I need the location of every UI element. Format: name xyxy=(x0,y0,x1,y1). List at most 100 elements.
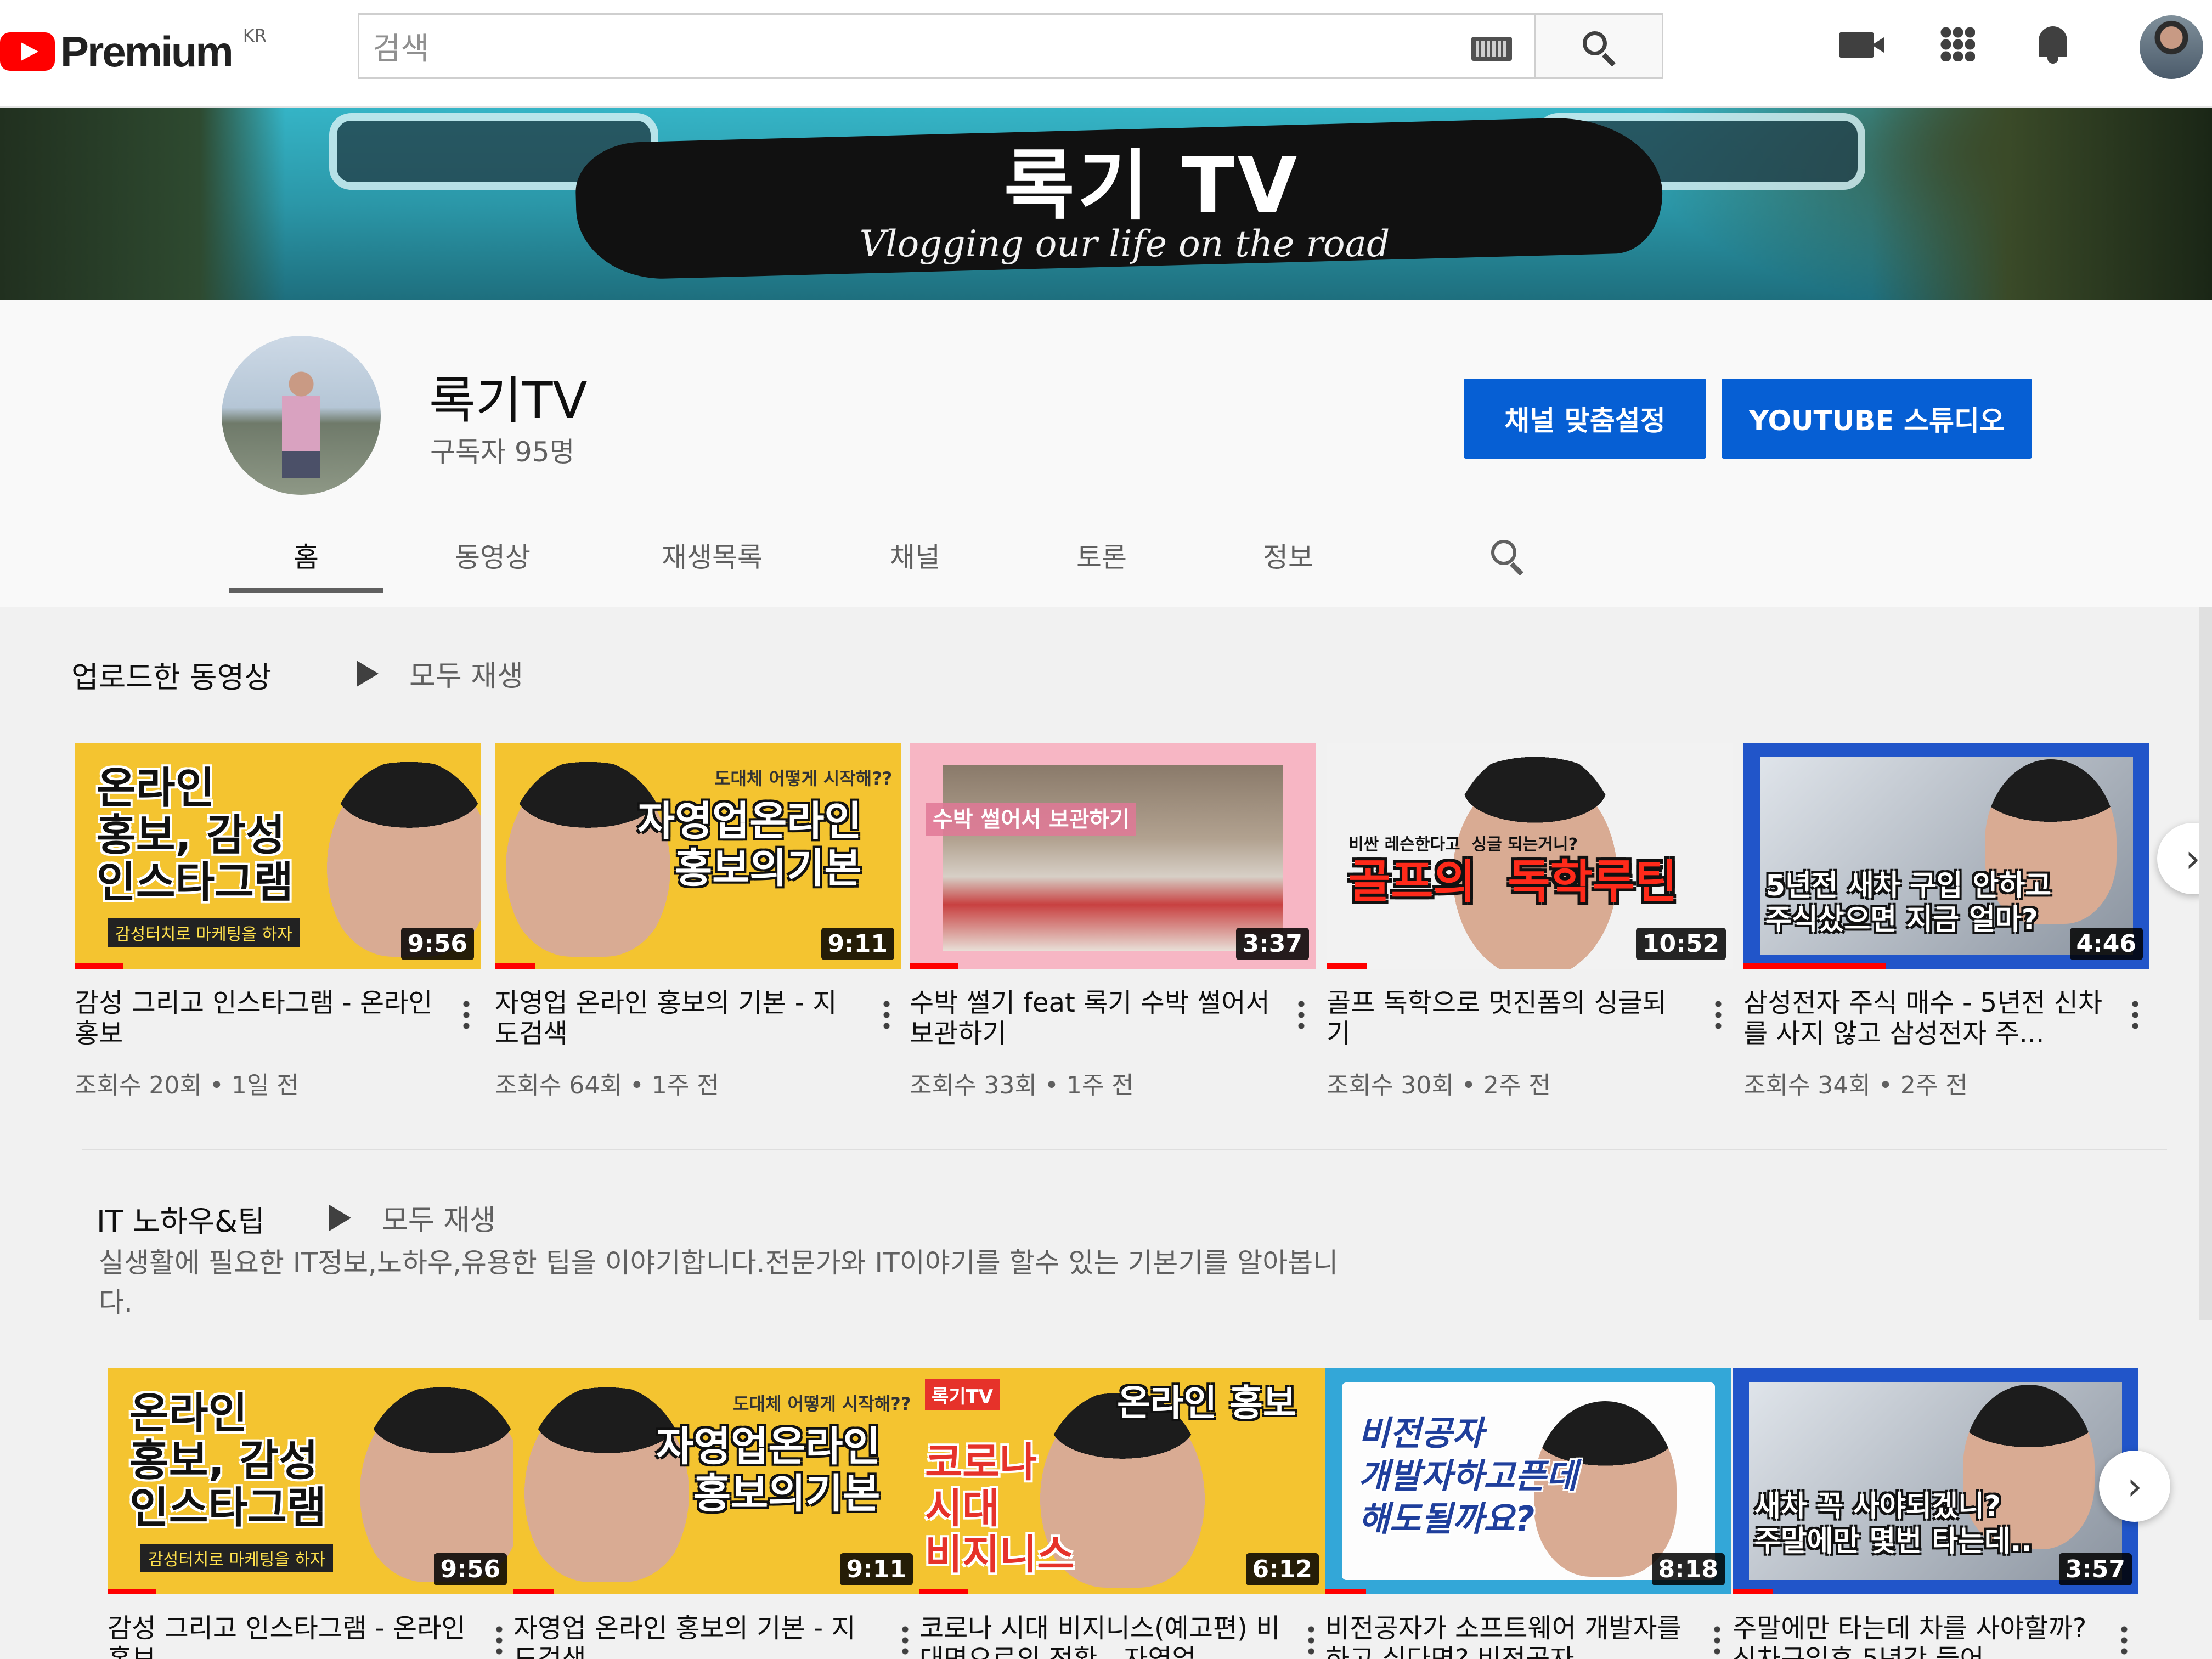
more-options-icon[interactable] xyxy=(2132,998,2138,1029)
video-card[interactable]: 새차 꼭 사야되겠니? 주말에만 몇번 타는데.. 3:57 주말에만 타는데 … xyxy=(1733,1368,2138,1659)
more-options-icon[interactable] xyxy=(1715,998,1722,1029)
avatar-person xyxy=(282,369,320,478)
video-duration: 3:37 xyxy=(1235,928,1309,960)
tab-channels[interactable]: 채널 xyxy=(822,535,1008,607)
play-all-it-tips[interactable]: 모두 재생 xyxy=(329,1197,496,1238)
more-options-icon[interactable] xyxy=(1308,1624,1314,1655)
apps-grid-icon[interactable] xyxy=(1940,26,1975,61)
subscriber-count: 구독자 95명 xyxy=(430,436,575,468)
thumbnail-text: 온라인 홍보, 감성 인스타그램 xyxy=(97,764,294,907)
video-title[interactable]: 골프 독학으로 멋진폼의 싱글되기 xyxy=(1327,988,1689,1049)
banner-title: 록기 TV xyxy=(1003,142,1301,231)
video-thumbnail[interactable]: 비싼 레슨한다고 싱글 되는거니? 골프의 독학루틴 10:52 xyxy=(1327,743,1733,969)
search-bar: 검색 xyxy=(358,13,1663,79)
watch-progress-bar xyxy=(75,963,123,969)
video-duration: 9:11 xyxy=(821,928,894,960)
video-card[interactable]: 비전공자 개발자하고픈데 해도될까요? 8:18 비전공자가 소프트웨어 개발자… xyxy=(1325,1368,1731,1659)
more-options-icon[interactable] xyxy=(883,998,890,1029)
tab-videos[interactable]: 동영상 xyxy=(383,535,602,607)
video-title[interactable]: 자영업 온라인 홍보의 기본 - 지도검색 xyxy=(495,988,857,1049)
watch-progress-bar xyxy=(1743,963,1886,969)
video-duration: 4:46 xyxy=(2069,928,2143,960)
chevron-right-icon: › xyxy=(2185,836,2200,881)
account-avatar[interactable] xyxy=(2140,15,2203,79)
video-thumbnail[interactable]: 5년전 새차 구입 안하고 주식샀으면 지금 얼마? 4:46 xyxy=(1743,743,2149,969)
thumbnail-text: 코로나 시대 비지니스 xyxy=(925,1439,1075,1578)
video-meta: 조회수 64회 • 1주 전 xyxy=(495,1071,719,1099)
video-card[interactable]: 수박 썰어서 보관하기 3:37 수박 썰기 feat 록기 수박 썰어서 보관… xyxy=(910,743,1316,1101)
play-all-uploads[interactable]: 모두 재생 xyxy=(357,653,523,694)
section-title-it-tips[interactable]: IT 노하우&팁 xyxy=(97,1197,265,1240)
channel-search-button[interactable] xyxy=(1490,539,1528,577)
logo-region: KR xyxy=(242,25,267,46)
video-title[interactable]: 비전공자가 소프트웨어 개발자를 하고 싶다면? 비전공자... xyxy=(1325,1613,1688,1659)
video-card[interactable]: 록기TV 온라인 홍보 코로나 시대 비지니스 6:12 코로나 시대 비지니스… xyxy=(919,1368,1325,1659)
video-duration: 9:56 xyxy=(433,1553,507,1585)
thumbnail-text: 자영업온라인 홍보의기본 xyxy=(656,1423,881,1517)
banner-foliage xyxy=(0,108,285,300)
tab-playlists[interactable]: 재생목록 xyxy=(602,535,822,607)
banner-foliage-right xyxy=(1872,108,2212,300)
video-thumbnail[interactable]: 수박 썰어서 보관하기 3:37 xyxy=(910,743,1316,969)
video-card[interactable]: 온라인 홍보, 감성 인스타그램 감성터치로 마케팅을 하자 9:56 감성 그… xyxy=(75,743,481,1101)
thumbnail-text: 자영업온라인 홍보의기본 xyxy=(637,798,862,892)
thumbnail-text: 비전공자 개발자하고픈데 해도될까요? xyxy=(1358,1413,1578,1539)
video-card[interactable]: 도대체 어떻게 시작해?? 자영업온라인 홍보의기본 9:11 자영업 온라인 … xyxy=(514,1368,919,1659)
video-card[interactable]: 5년전 새차 구입 안하고 주식샀으면 지금 얼마? 4:46 삼성전자 주식 … xyxy=(1743,743,2149,1101)
youtube-studio-button[interactable]: YOUTUBE 스튜디오 xyxy=(1722,379,2032,459)
more-options-icon[interactable] xyxy=(1298,998,1305,1029)
video-thumbnail[interactable]: 온라인 홍보, 감성 인스타그램 감성터치로 마케팅을 하자 9:56 xyxy=(108,1368,514,1594)
more-options-icon[interactable] xyxy=(496,1624,503,1655)
search-input[interactable]: 검색 xyxy=(358,13,1534,79)
video-title[interactable]: 코로나 시대 비지니스(예고편) 비대면으로의 전환 - 자영업... xyxy=(919,1613,1282,1659)
thumbnail-text: 5년전 새차 구입 안하고 주식샀으면 지금 얼마? xyxy=(1765,870,2052,936)
video-thumbnail[interactable]: 비전공자 개발자하고픈데 해도될까요? 8:18 xyxy=(1325,1368,1731,1594)
youtube-logo[interactable]: Premium KR xyxy=(0,24,267,79)
video-thumbnail[interactable]: 새차 꼭 사야되겠니? 주말에만 몇번 타는데.. 3:57 xyxy=(1733,1368,2138,1594)
thumbnail-text: 온라인 홍보, 감성 인스타그램 xyxy=(129,1389,326,1533)
tab-discussion[interactable]: 토론 xyxy=(1008,535,1195,607)
video-card[interactable]: 도대체 어떻게 시작해?? 자영업온라인 홍보의기본 9:11 자영업 온라인 … xyxy=(495,743,901,1101)
chevron-right-icon: › xyxy=(2127,1464,2142,1509)
thumbnail-caption: 도대체 어떻게 시작해?? xyxy=(714,768,893,789)
video-title[interactable]: 감성 그리고 인스타그램 - 온라인 홍보 xyxy=(108,1613,470,1659)
notifications-bell-icon[interactable] xyxy=(2036,22,2069,64)
customize-channel-button[interactable]: 채널 맞춤설정 xyxy=(1464,379,1706,459)
video-duration: 9:11 xyxy=(839,1553,913,1585)
section-title-uploads[interactable]: 업로드한 동영상 xyxy=(71,653,272,696)
video-card[interactable]: 온라인 홍보, 감성 인스타그램 감성터치로 마케팅을 하자 9:56 감성 그… xyxy=(108,1368,514,1659)
section-description: 실생활에 필요한 IT정보,노하우,유용한 팁을 이야기합니다.전문가와 IT이… xyxy=(99,1247,1339,1318)
tab-about[interactable]: 정보 xyxy=(1195,535,1381,607)
video-thumbnail[interactable]: 온라인 홍보, 감성 인스타그램 감성터치로 마케팅을 하자 9:56 xyxy=(75,743,481,969)
more-options-icon[interactable] xyxy=(2121,1624,2128,1655)
shelf-next-button[interactable]: › xyxy=(2099,1451,2170,1522)
video-title[interactable]: 삼성전자 주식 매수 - 5년전 신차를 사지 않고 삼성전자 주... xyxy=(1743,988,2106,1049)
watch-progress-bar xyxy=(919,1589,968,1594)
page-scrollbar[interactable] xyxy=(2199,607,2212,1320)
search-button[interactable] xyxy=(1534,13,1663,79)
video-thumbnail[interactable]: 록기TV 온라인 홍보 코로나 시대 비지니스 6:12 xyxy=(919,1368,1325,1594)
tab-home[interactable]: 홈 xyxy=(229,535,383,607)
watch-progress-bar xyxy=(1327,963,1367,969)
video-title[interactable]: 주말에만 타는데 차를 사야할까? 신차구입후 5년간 들어... xyxy=(1733,1613,2095,1659)
banner-subtitle: Vlogging our life on the road xyxy=(859,223,1390,265)
video-thumbnail[interactable]: 도대체 어떻게 시작해?? 자영업온라인 홍보의기본 9:11 xyxy=(495,743,901,969)
watch-progress-bar xyxy=(108,1589,156,1594)
more-options-icon[interactable] xyxy=(463,998,470,1029)
video-thumbnail[interactable]: 도대체 어떻게 시작해?? 자영업온라인 홍보의기본 9:11 xyxy=(514,1368,919,1594)
thumbnail-caption: 감성터치로 마케팅을 하자 xyxy=(140,1544,333,1572)
channel-banner: 록기 TV Vlogging our life on the road xyxy=(0,108,2212,300)
logo-text: Premium xyxy=(60,27,234,76)
channel-tag: 록기TV xyxy=(925,1379,1000,1410)
video-card[interactable]: 비싼 레슨한다고 싱글 되는거니? 골프의 독학루틴 10:52 골프 독학으로… xyxy=(1327,743,1733,1101)
more-options-icon[interactable] xyxy=(1714,1624,1720,1655)
keyboard-icon[interactable] xyxy=(1471,37,1512,61)
watch-progress-bar xyxy=(1733,1589,1773,1594)
more-options-icon[interactable] xyxy=(902,1624,909,1655)
play-all-label: 모두 재생 xyxy=(409,660,523,693)
video-title[interactable]: 자영업 온라인 홍보의 기본 - 지도검색 xyxy=(514,1613,876,1659)
video-title[interactable]: 감성 그리고 인스타그램 - 온라인 홍보 xyxy=(75,988,437,1049)
video-title[interactable]: 수박 썰기 feat 록기 수박 썰어서 보관하기 xyxy=(910,988,1272,1049)
create-video-icon[interactable] xyxy=(1839,32,1884,58)
youtube-play-icon xyxy=(0,32,55,71)
